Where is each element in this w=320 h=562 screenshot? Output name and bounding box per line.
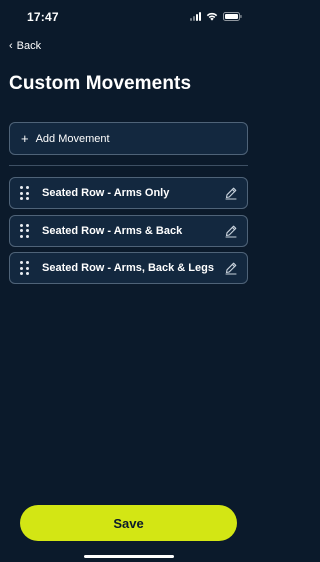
status-icons [190,12,242,21]
drag-handle-icon[interactable] [20,186,30,200]
pencil-icon[interactable] [224,261,238,275]
battery-icon [223,12,242,21]
movement-name: Seated Row - Arms Only [42,187,170,199]
add-movement-button[interactable]: + Add Movement [9,122,248,155]
back-label: Back [16,40,42,52]
pencil-icon[interactable] [224,186,238,200]
signal-icon [190,12,201,21]
status-bar: 17:47 [0,0,258,34]
save-button[interactable]: Save [20,505,237,541]
movement-list: Seated Row - Arms Only Seated Row - Arms… [9,177,248,290]
back-button[interactable]: ‹ Back [9,40,41,52]
drag-handle-icon[interactable] [20,223,30,238]
home-indicator [84,555,174,558]
add-movement-label: Add Movement [35,132,110,145]
wifi-icon [206,12,218,21]
drag-handle-icon[interactable] [20,261,30,275]
movement-name: Seated Row - Arms & Back [42,224,183,237]
movement-name: Seated Row - Arms, Back & Legs [42,262,214,274]
divider [9,165,248,166]
plus-icon: + [21,131,29,146]
movement-item[interactable]: Seated Row - Arms, Back & Legs [9,252,248,284]
page-title: Custom Movements [9,73,192,94]
movement-item[interactable]: Seated Row - Arms & Back [9,214,248,247]
status-time: 17:47 [27,10,59,24]
pencil-icon[interactable] [224,224,238,238]
movement-item[interactable]: Seated Row - Arms Only [9,177,248,209]
chevron-left-icon: ‹ [9,39,13,52]
